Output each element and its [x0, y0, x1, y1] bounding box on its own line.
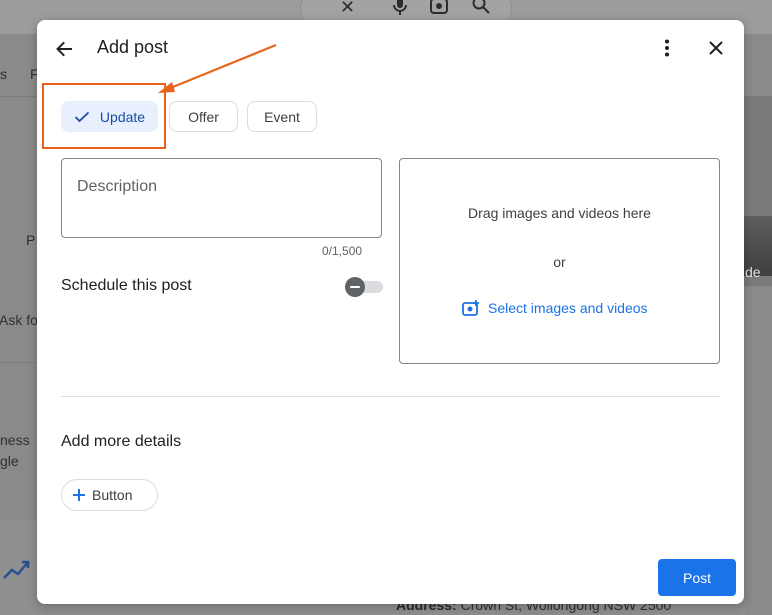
drag-instructions: Drag images and videos here [468, 205, 651, 221]
annotation-highlight-box [42, 83, 166, 149]
select-media-label: Select images and videos [488, 300, 648, 316]
background-text: de [745, 264, 761, 280]
media-dropzone[interactable]: Drag images and videos here or Select im… [399, 158, 720, 364]
background-chart [0, 520, 36, 615]
toggle-knob [345, 277, 365, 297]
background-text: gle [0, 453, 19, 469]
post-button[interactable]: Post [658, 559, 736, 596]
description-placeholder: Description [77, 178, 158, 195]
character-counter: 0/1,500 [322, 244, 363, 258]
more-options-button[interactable] [651, 32, 683, 64]
chip-offer[interactable]: Offer [169, 101, 238, 132]
background-text: ness [0, 432, 30, 448]
background-map [744, 96, 772, 286]
background-lens-icon [430, 0, 448, 21]
background-mic-icon [393, 0, 407, 20]
or-separator: or [553, 254, 566, 270]
schedule-toggle[interactable] [345, 277, 383, 297]
section-divider [61, 396, 720, 397]
back-button[interactable] [48, 33, 80, 65]
close-button[interactable] [700, 32, 732, 64]
select-media-link[interactable]: Select images and videos [462, 300, 648, 316]
add-photo-icon [462, 300, 480, 316]
background-clear-icon: ✕ [340, 0, 356, 18]
background-search-icon [472, 0, 490, 19]
dialog-title: Add post [97, 37, 169, 57]
add-button-button[interactable]: Button [61, 479, 158, 511]
background-text: P [26, 232, 36, 248]
background-divider [0, 362, 36, 363]
add-button-label: Button [92, 487, 133, 503]
background-text: s [0, 66, 7, 82]
screen: ✕ s F P Ask fo ness gle de Address: Crow… [0, 0, 772, 615]
background-text: Ask fo [0, 312, 38, 328]
description-field[interactable]: Description [61, 158, 382, 238]
schedule-label: Schedule this post [61, 277, 192, 294]
add-more-details-heading: Add more details [61, 433, 182, 450]
close-icon [708, 40, 724, 56]
arrow-back-icon [54, 39, 74, 59]
chip-label: Event [264, 108, 300, 125]
plus-icon [72, 488, 86, 502]
more-vert-icon [664, 39, 670, 57]
chip-label: Offer [188, 108, 219, 125]
background-divider [0, 96, 36, 97]
chip-event[interactable]: Event [247, 101, 317, 132]
